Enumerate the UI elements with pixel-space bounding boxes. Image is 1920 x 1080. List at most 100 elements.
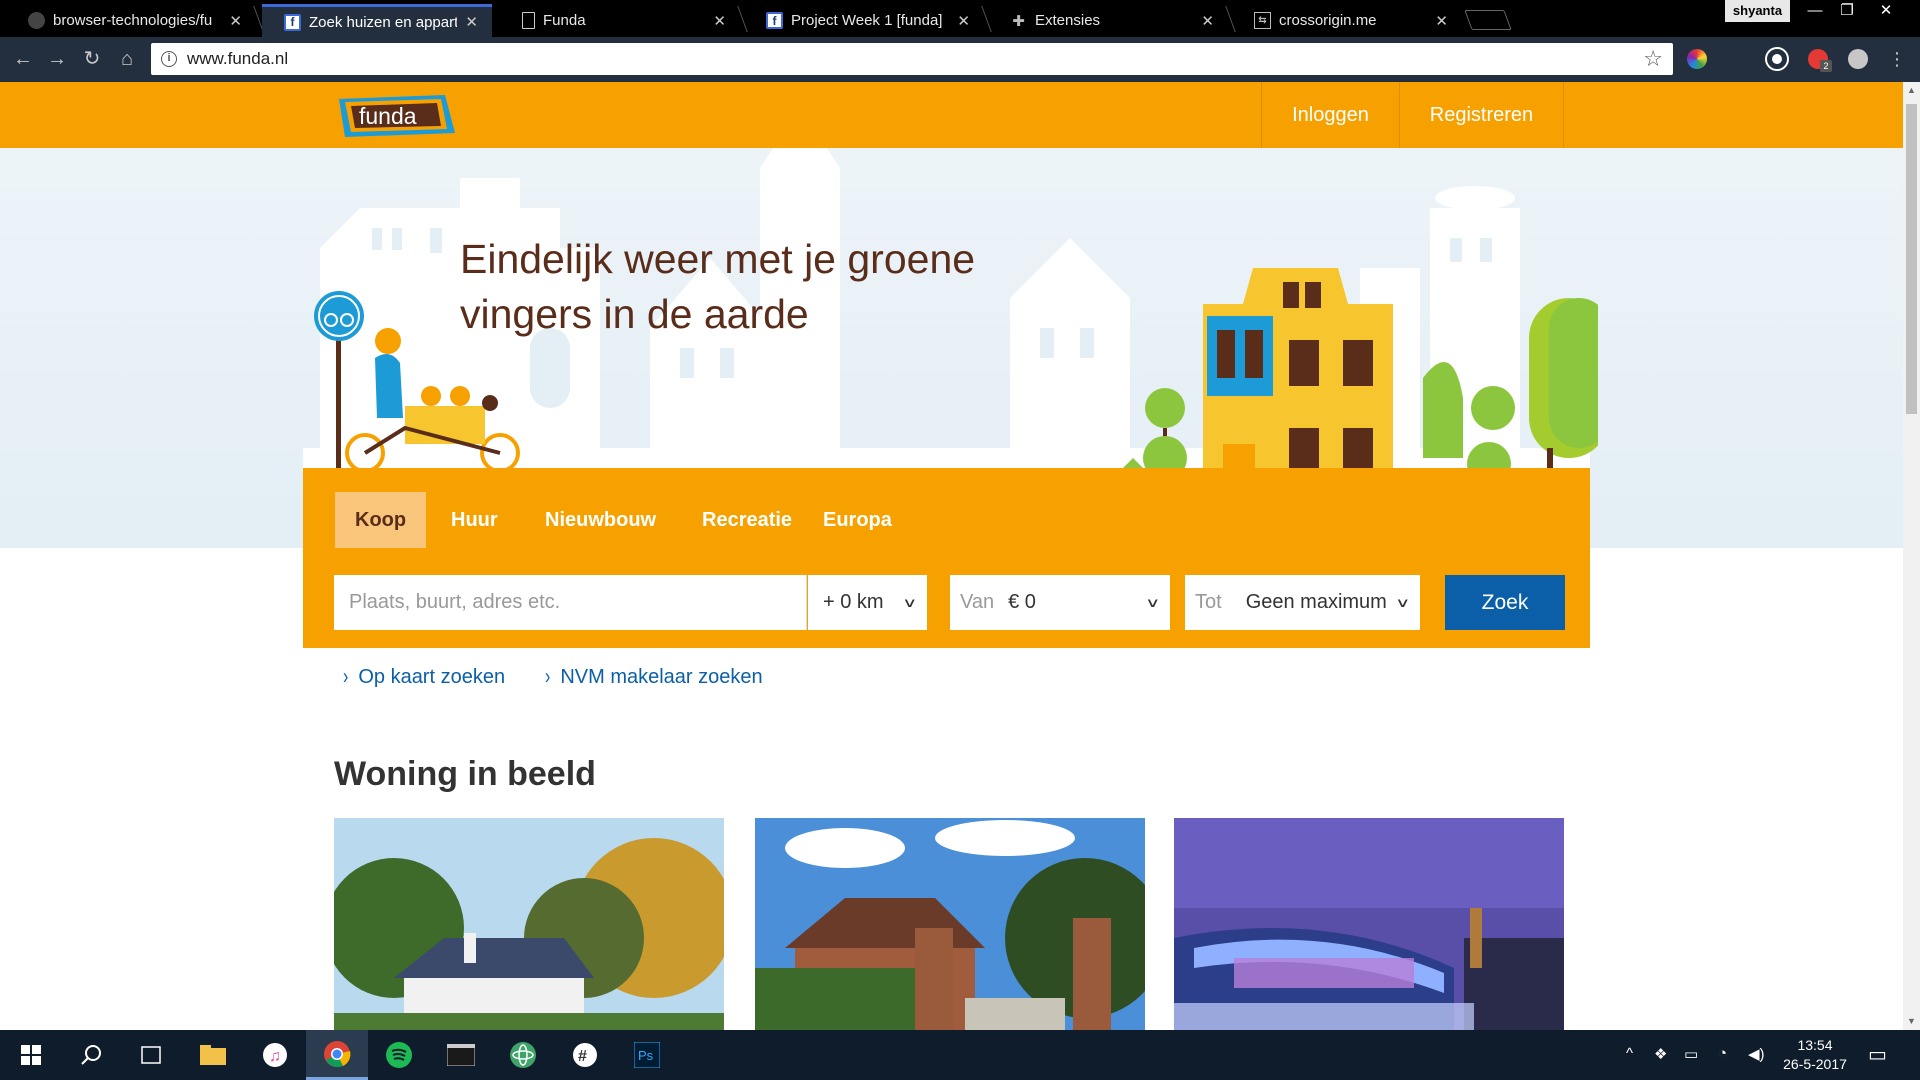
browser-tab[interactable]: ⇆ crossorigin.me ✕ (1232, 4, 1462, 37)
photoshop-icon[interactable]: Ps (616, 1030, 678, 1080)
scroll-down-icon[interactable]: ▼ (1903, 1013, 1920, 1030)
featured-property-card[interactable] (755, 818, 1145, 1030)
scroll-up-icon[interactable]: ▲ (1903, 82, 1920, 99)
dropbox-icon[interactable]: ❖ (1654, 1045, 1667, 1063)
puzzle-icon: ✚ (1012, 12, 1025, 30)
back-icon[interactable]: ← (10, 47, 36, 71)
price-to-label: Tot (1195, 591, 1222, 613)
reload-icon[interactable]: ↻ (79, 47, 105, 71)
minimize-icon[interactable]: — (1800, 0, 1830, 22)
price-from-select[interactable]: Van € 0 ∨ (950, 575, 1170, 630)
hero-title: Eindelijk weer met je groene vingers in … (460, 236, 976, 337)
close-icon[interactable]: ✕ (1201, 12, 1214, 30)
price-from-value: € 0 (1008, 591, 1036, 613)
close-icon[interactable]: ✕ (465, 13, 478, 31)
file-explorer-icon[interactable] (182, 1030, 244, 1080)
restore-icon[interactable]: ❐ (1832, 0, 1862, 22)
tab-koop[interactable]: Koop (335, 492, 427, 548)
tab-title: Funda (543, 12, 586, 29)
new-tab-button[interactable] (1464, 10, 1512, 30)
github-icon (28, 12, 45, 29)
site-header: funda Inloggen Registreren (0, 82, 1903, 148)
nvm-agent-search-link[interactable]: › NVM makelaar zoeken (545, 665, 763, 689)
radius-select[interactable]: + 0 km ∨ (808, 575, 927, 630)
tab-title: crossorigin.me (1279, 12, 1377, 29)
windows-taskbar: ♫ # Ps ^ ❖ ▭ ◔ ◀) 13:54 26-5-2017 ▭ (0, 1030, 1920, 1080)
svg-text:♫: ♫ (269, 1048, 281, 1065)
map-search-label: Op kaart zoeken (358, 666, 506, 688)
tab-recreatie[interactable]: Recreatie (682, 492, 812, 548)
tab-title: Zoek huizen en apparten (309, 13, 458, 31)
browser-tab-strip: browser-technologies/fu ✕ f Zoek huizen … (0, 0, 1920, 37)
tab-title: Project Week 1 [funda] (791, 12, 943, 29)
home-icon[interactable]: ⌂ (114, 47, 140, 71)
register-link[interactable]: Registreren (1399, 82, 1564, 148)
wifi-icon[interactable]: ◔ (1718, 1045, 1727, 1062)
svg-text:Ps: Ps (638, 1048, 654, 1063)
featured-property-card[interactable] (1174, 818, 1564, 1030)
forward-icon[interactable]: → (44, 47, 70, 71)
tab-huur[interactable]: Huur (431, 492, 518, 548)
windows-start-icon[interactable] (0, 1030, 62, 1080)
nvm-agent-search-label: NVM makelaar zoeken (560, 666, 763, 688)
terminal-icon[interactable] (430, 1030, 492, 1080)
extension-icon[interactable] (1767, 49, 1787, 69)
close-icon[interactable]: ✕ (957, 12, 970, 30)
page-scrollbar[interactable]: ▲ ▼ (1903, 82, 1920, 1030)
close-icon[interactable]: ✕ (1435, 12, 1448, 30)
cargo-bike-illustration (314, 291, 520, 473)
chevron-up-icon[interactable]: ^ (1626, 1045, 1633, 1062)
document-icon (522, 12, 535, 29)
battery-icon[interactable]: ▭ (1684, 1045, 1698, 1063)
chrome-icon[interactable] (306, 1030, 368, 1080)
close-icon[interactable]: ✕ (713, 12, 726, 30)
extension-badge: 2 (1820, 60, 1832, 72)
chevron-down-icon: ∨ (1395, 594, 1411, 610)
login-link[interactable]: Inloggen (1261, 82, 1399, 148)
close-icon[interactable]: ✕ (229, 12, 242, 30)
map-search-link[interactable]: › Op kaart zoeken (343, 664, 506, 689)
chevron-right-icon: › (343, 664, 349, 689)
price-to-value: Geen maximum (1245, 591, 1387, 613)
svg-text:#: # (578, 1048, 587, 1065)
search-button[interactable]: Zoek (1445, 575, 1565, 630)
extension-badge-icon[interactable]: 2 (1808, 49, 1832, 72)
browser-tab-active[interactable]: f Zoek huizen en apparten ✕ (262, 4, 492, 37)
bookmark-star-icon[interactable]: ☆ (1643, 46, 1663, 72)
browser-tab[interactable]: ✚ Extensies ✕ (988, 4, 1228, 37)
url-text[interactable]: www.funda.nl (187, 49, 1643, 69)
itunes-icon[interactable]: ♫ (244, 1030, 306, 1080)
browser-tab[interactable]: Funda ✕ (500, 4, 740, 37)
slack-icon[interactable]: # (554, 1030, 616, 1080)
property-photo (1174, 818, 1564, 1030)
info-icon[interactable]: i (161, 51, 177, 67)
browser-toolbar: ← → ↻ ⌂ i www.funda.nl ☆ 2 ⋮ (0, 37, 1920, 82)
funda-logo[interactable]: funda (337, 93, 457, 137)
notification-icon[interactable]: ▭ (1868, 1042, 1887, 1067)
browser-tab[interactable]: f Project Week 1 [funda] ✕ (744, 4, 984, 37)
tab-europa[interactable]: Europa (803, 492, 912, 548)
extension-icon[interactable] (1848, 49, 1868, 69)
funda-icon: f (284, 13, 301, 31)
color-picker-extension-icon[interactable] (1687, 49, 1707, 69)
profile-button[interactable]: shyanta (1725, 0, 1790, 22)
clock-date: 26-5-2017 (1783, 1056, 1847, 1072)
task-view-icon[interactable] (120, 1030, 182, 1080)
atom-icon[interactable] (492, 1030, 554, 1080)
menu-dots-icon[interactable]: ⋮ (1884, 47, 1910, 71)
featured-property-card[interactable] (334, 818, 724, 1030)
spotify-icon[interactable] (368, 1030, 430, 1080)
search-icon[interactable] (60, 1030, 122, 1080)
property-photo (755, 818, 1145, 1030)
chevron-down-icon: ∨ (1145, 594, 1161, 610)
volume-icon[interactable]: ◀) (1748, 1045, 1765, 1063)
scrollbar-thumb[interactable] (1906, 104, 1917, 414)
search-panel: Koop Huur Nieuwbouw Recreatie Europa Pla… (303, 468, 1590, 648)
price-to-select[interactable]: Tot Geen maximum ∨ (1185, 575, 1420, 630)
system-clock[interactable]: 13:54 26-5-2017 (1775, 1036, 1855, 1074)
tab-nieuwbouw[interactable]: Nieuwbouw (525, 492, 676, 548)
close-window-icon[interactable]: ✕ (1866, 0, 1906, 22)
address-bar[interactable]: i www.funda.nl ☆ (151, 43, 1673, 75)
location-search-input[interactable]: Plaats, buurt, adres etc. (334, 575, 807, 630)
browser-tab[interactable]: browser-technologies/fu ✕ (6, 4, 256, 37)
